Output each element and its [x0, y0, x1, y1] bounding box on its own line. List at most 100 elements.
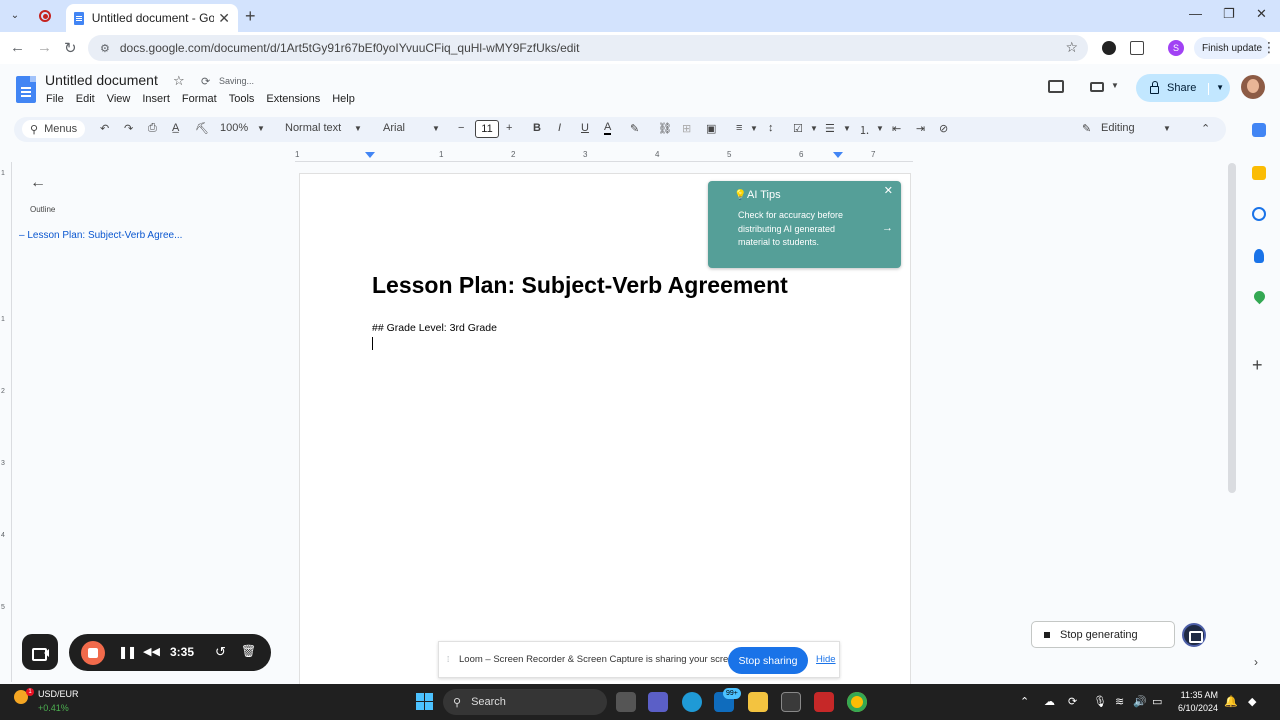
- ticker-symbol[interactable]: USD/EUR: [38, 689, 79, 699]
- zoom-select[interactable]: 100%: [220, 122, 248, 134]
- bullet-list-icon[interactable]: ☰: [825, 122, 835, 135]
- volume-icon[interactable]: 🔊: [1133, 695, 1147, 708]
- tasks-icon[interactable]: [1252, 207, 1266, 221]
- numbered-dropdown-icon[interactable]: ▼: [876, 124, 884, 133]
- print-icon[interactable]: ⎙: [148, 122, 157, 135]
- extensions-puzzle-icon[interactable]: [1130, 41, 1144, 55]
- edge-icon[interactable]: [682, 692, 702, 712]
- stop-sharing-button[interactable]: Stop sharing: [728, 647, 808, 674]
- checklist-dropdown-icon[interactable]: ▼: [810, 124, 818, 133]
- share-button[interactable]: Share ▼: [1136, 74, 1230, 102]
- bookmark-star-icon[interactable]: ☆: [1065, 39, 1078, 56]
- reload-button[interactable]: ↻: [64, 39, 77, 57]
- star-icon[interactable]: ☆: [173, 73, 185, 89]
- text-color-icon[interactable]: A: [604, 122, 612, 135]
- start-button[interactable]: [416, 693, 433, 710]
- sync-icon[interactable]: ⟳: [1068, 695, 1077, 708]
- close-window-button[interactable]: ✕: [1256, 6, 1267, 22]
- zoom-dropdown-icon[interactable]: ▼: [257, 124, 265, 133]
- task-view-icon[interactable]: [616, 692, 636, 712]
- undo-icon[interactable]: ↶: [100, 122, 109, 135]
- horizontal-ruler[interactable]: 1 1 2 3 4 5 6 7: [295, 150, 913, 162]
- back-button[interactable]: ←: [10, 39, 25, 56]
- restart-icon[interactable]: ↺: [215, 644, 226, 660]
- site-info-icon[interactable]: ⚙: [100, 42, 110, 55]
- user-avatar[interactable]: [1241, 75, 1265, 99]
- loom-stop-button[interactable]: [81, 641, 105, 665]
- keep-icon[interactable]: [1252, 166, 1266, 180]
- expand-side-panel-icon[interactable]: ›: [1254, 655, 1258, 669]
- clear-formatting-icon[interactable]: ⊘: [939, 122, 948, 135]
- show-hidden-icons[interactable]: ⌃: [1020, 695, 1029, 708]
- font-select[interactable]: Arial: [383, 122, 405, 134]
- vertical-scrollbar[interactable]: [1228, 163, 1236, 493]
- increase-indent-icon[interactable]: ⇥: [916, 122, 925, 135]
- bold-icon[interactable]: B: [533, 122, 541, 134]
- redo-icon[interactable]: ↷: [124, 122, 133, 135]
- checklist-icon[interactable]: ☑: [793, 122, 803, 135]
- address-bar[interactable]: ⚙ docs.google.com/document/d/1Art5tGy91r…: [88, 35, 1088, 61]
- restore-button[interactable]: ❐: [1223, 6, 1235, 22]
- drag-handle-icon[interactable]: ⁞: [447, 655, 449, 664]
- finish-update-button[interactable]: Finish update: [1194, 37, 1271, 59]
- share-dropdown-icon[interactable]: ▼: [1208, 83, 1224, 95]
- stop-generating-button[interactable]: Stop generating: [1031, 621, 1175, 648]
- loom-camera-button[interactable]: [22, 634, 58, 670]
- add-addon-icon[interactable]: +: [1252, 355, 1263, 376]
- store-icon[interactable]: [781, 692, 801, 712]
- notification-bell-icon[interactable]: 🔔: [1224, 695, 1238, 708]
- trash-icon[interactable]: 🗑: [241, 644, 256, 658]
- microphone-icon[interactable]: 🎙: [1093, 695, 1107, 708]
- wifi-icon[interactable]: ≋: [1115, 695, 1124, 708]
- system-clock[interactable]: 11:35 AM 6/10/2024: [1170, 689, 1218, 715]
- menu-edit[interactable]: Edit: [76, 93, 95, 105]
- tab-search-chevron-icon[interactable]: ⌄: [6, 6, 24, 24]
- browser-menu-icon[interactable]: ⋮: [1262, 39, 1276, 56]
- menu-help[interactable]: Help: [332, 93, 355, 105]
- insert-image-icon[interactable]: ▣: [706, 122, 716, 135]
- right-indent-marker[interactable]: [833, 152, 843, 158]
- ai-assistant-button[interactable]: [1182, 623, 1206, 647]
- style-select[interactable]: Normal text: [285, 122, 341, 134]
- arrow-right-icon[interactable]: →: [882, 222, 893, 234]
- calendar-icon[interactable]: [1252, 123, 1266, 137]
- comment-history-icon[interactable]: [1048, 80, 1064, 93]
- highlight-icon[interactable]: ✎: [630, 122, 639, 135]
- extension-icon[interactable]: [1102, 41, 1116, 55]
- bullet-dropdown-icon[interactable]: ▼: [843, 124, 851, 133]
- mode-dropdown-icon[interactable]: ▼: [1163, 124, 1171, 133]
- chrome-icon[interactable]: [847, 692, 867, 712]
- menu-file[interactable]: File: [46, 93, 64, 105]
- taskbar-search[interactable]: ⚲ Search: [443, 689, 607, 715]
- file-explorer-icon[interactable]: [748, 692, 768, 712]
- onedrive-icon[interactable]: ☁: [1044, 695, 1055, 708]
- align-icon[interactable]: ≡: [736, 122, 742, 134]
- battery-icon[interactable]: ▭: [1152, 695, 1162, 708]
- menus-search-button[interactable]: ⚲ Menus: [22, 120, 86, 138]
- menu-view[interactable]: View: [107, 93, 131, 105]
- mode-select[interactable]: Editing: [1101, 122, 1135, 134]
- italic-icon[interactable]: I: [558, 122, 561, 134]
- link-icon[interactable]: ⛓: [658, 122, 672, 135]
- meet-video-icon[interactable]: [1090, 82, 1104, 92]
- paint-format-icon[interactable]: ⛏: [195, 122, 209, 135]
- style-dropdown-icon[interactable]: ▼: [354, 124, 362, 133]
- outline-item[interactable]: – Lesson Plan: Subject-Verb Agree...: [19, 230, 182, 241]
- pause-icon[interactable]: ❚❚: [118, 645, 137, 659]
- add-comment-icon[interactable]: ⊞: [682, 122, 691, 135]
- maps-icon[interactable]: [1251, 288, 1268, 305]
- contacts-icon[interactable]: [1254, 249, 1264, 263]
- recording-tab[interactable]: [36, 7, 54, 25]
- menu-insert[interactable]: Insert: [142, 93, 170, 105]
- menu-extensions[interactable]: Extensions: [266, 93, 320, 105]
- increase-font-icon[interactable]: +: [506, 122, 512, 134]
- font-size-input[interactable]: 11: [475, 120, 499, 138]
- active-tab[interactable]: Untitled document - Google Do ✕: [66, 4, 238, 32]
- decrease-font-icon[interactable]: −: [458, 122, 464, 134]
- line-spacing-icon[interactable]: ↕: [768, 122, 774, 134]
- decrease-indent-icon[interactable]: ⇤: [892, 122, 901, 135]
- tab-close-icon[interactable]: ✕: [218, 10, 230, 27]
- profile-avatar[interactable]: S: [1168, 40, 1184, 56]
- close-outline-arrow-icon[interactable]: ←: [30, 174, 46, 192]
- teams-icon[interactable]: [648, 692, 668, 712]
